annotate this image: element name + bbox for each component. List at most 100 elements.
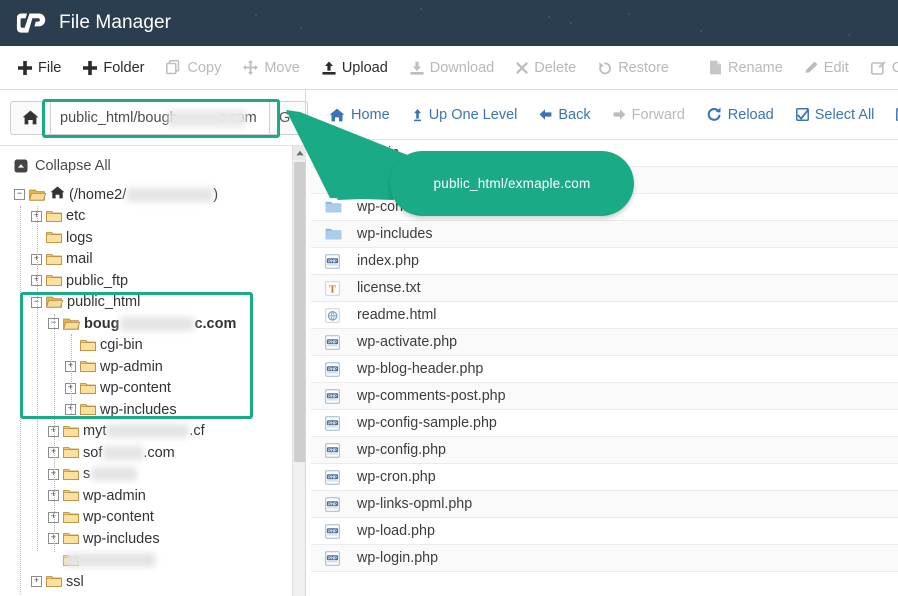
folder-icon <box>63 554 79 566</box>
tree-node[interactable]: + s <box>14 464 290 486</box>
file-row[interactable]: PHP wp-activate.php <box>311 329 898 356</box>
nav-home-button[interactable]: Home <box>329 107 390 123</box>
tree-node-label: mail <box>66 251 93 268</box>
toolbar-file-button[interactable]: File <box>18 60 61 76</box>
folder-icon <box>80 361 96 373</box>
file-row[interactable]: PHP index.php <box>311 248 898 275</box>
tree-node-label: ssl <box>66 573 84 590</box>
php-file-icon: PHP <box>325 415 340 431</box>
file-row[interactable]: PHP wp-comments-post.php <box>311 383 898 410</box>
php-file-icon: PHP <box>325 550 340 566</box>
tree-node[interactable]: cgi-bin <box>14 335 290 357</box>
tree-node[interactable]: + mail <box>14 249 290 271</box>
file-nav-bar: Home Up One Level Back Forward Reload Sele… <box>311 90 898 140</box>
collapse-node-icon[interactable]: − <box>14 189 25 201</box>
expand-node-icon[interactable]: + <box>31 576 42 588</box>
nav-forward-button: Forward <box>613 107 685 123</box>
tree-node[interactable]: + public_ftp <box>14 270 290 292</box>
nav-back-button[interactable]: Back <box>539 107 591 123</box>
folder-icon <box>80 382 96 395</box>
arrow-right-icon <box>613 109 626 120</box>
file-row[interactable]: cgi-bin <box>311 140 898 167</box>
reload-icon <box>707 107 722 122</box>
rename-file-icon <box>709 60 722 75</box>
tree-guide-line <box>54 314 55 552</box>
php-file-icon: PHP <box>325 523 347 539</box>
toolbar-item-label: File <box>38 59 62 76</box>
pencil-icon <box>805 61 818 74</box>
toolbar-folder-button[interactable]: Folder <box>83 60 144 76</box>
folder-icon <box>46 575 62 588</box>
folder-icon <box>63 533 79 545</box>
svg-text:PHP: PHP <box>328 339 337 344</box>
tree-node[interactable]: + wp-admin <box>14 356 290 378</box>
tree-node-label-suffix: .cf <box>189 423 205 440</box>
tree-node[interactable]: + ssl <box>14 571 290 593</box>
toolbar-item-label: Delete <box>534 59 577 76</box>
main-toolbar: File Folder Copy Move Upload Download Delet… <box>0 46 898 90</box>
file-name: wp-includes <box>357 226 433 242</box>
file-row[interactable]: PHP wp-links-opml.php <box>311 491 898 518</box>
plus-icon <box>18 60 32 75</box>
file-name: wp-cron.php <box>357 469 436 485</box>
copy-icon <box>166 60 180 75</box>
tree-node[interactable] <box>14 550 290 572</box>
tree-node[interactable]: − (/home2/) <box>14 184 290 206</box>
folder-icon <box>80 360 96 373</box>
path-go-button[interactable]: Go <box>270 100 309 135</box>
toolbar-item-label: Edit <box>823 59 849 76</box>
tree-node[interactable]: logs <box>14 227 290 249</box>
nav-up-one-level-button[interactable]: Up One Level <box>412 107 517 123</box>
php-file-icon: PHP <box>325 415 347 431</box>
path-home-button[interactable] <box>10 100 50 135</box>
tree-node[interactable]: − boug c.com <box>14 313 290 335</box>
path-input[interactable] <box>50 100 270 135</box>
code-editor-icon <box>870 60 886 75</box>
file-row[interactable]: Tlicense.txt <box>311 275 898 302</box>
cpanel-logo-icon <box>14 11 48 35</box>
pencil-icon <box>805 61 818 73</box>
svg-text:PHP: PHP <box>328 366 337 371</box>
php-file-icon: PHP <box>325 388 340 404</box>
tree-node[interactable]: − public_html <box>14 292 290 314</box>
folder-icon <box>46 274 62 287</box>
file-row[interactable]: wp-includes <box>311 221 898 248</box>
tree-node[interactable]: + myt .cf <box>14 421 290 443</box>
tree-node[interactable]: + etc <box>14 206 290 228</box>
tree-node[interactable]: + wp-content <box>14 507 290 529</box>
folder-icon <box>46 275 62 287</box>
php-file-icon: PHP <box>325 550 347 566</box>
sidebar-scrollbar[interactable] <box>292 146 306 596</box>
file-row[interactable]: PHP wp-cron.php <box>311 464 898 491</box>
file-row[interactable]: PHP wp-load.php <box>311 518 898 545</box>
download-icon <box>410 61 424 75</box>
file-row[interactable]: PHP wp-login.php <box>311 545 898 572</box>
file-row[interactable]: PHP wp-blog-header.php <box>311 356 898 383</box>
folder-icon <box>325 200 347 214</box>
file-row[interactable]: wp-content <box>311 194 898 221</box>
nav-reload-button[interactable]: Reload <box>707 107 774 123</box>
file-row[interactable]: readme.html <box>311 302 898 329</box>
tree-node[interactable]: + wp-admin <box>14 485 290 507</box>
nav-select-all-button[interactable]: Select All <box>795 107 874 123</box>
scroll-up-arrow-icon[interactable] <box>293 146 306 160</box>
tree-node[interactable]: + sof .com <box>14 442 290 464</box>
app-header: File Manager <box>0 0 898 46</box>
file-row[interactable]: PHP wp-config-sample.php <box>311 410 898 437</box>
collapse-all-button[interactable]: Collapse All <box>14 158 290 174</box>
checkbox-checked-icon <box>795 108 809 121</box>
file-row[interactable]: wp-admin <box>311 167 898 194</box>
tree-node-label: wp-content <box>83 509 154 526</box>
html-file-icon <box>325 307 347 323</box>
php-file-icon: PHP <box>325 442 340 458</box>
tree-node[interactable]: + wp-content <box>14 378 290 400</box>
tree-node[interactable]: + wp-includes <box>14 399 290 421</box>
tree-node-label: myt <box>83 423 107 440</box>
toolbar-upload-button[interactable]: Upload <box>322 60 388 76</box>
up-arrow-icon <box>412 108 423 122</box>
tree-node-label: public_html <box>67 294 141 311</box>
file-row[interactable]: PHP wp-config.php <box>311 437 898 464</box>
toolbar-item-label: Upload <box>341 59 388 76</box>
sidebar-scroll-thumb[interactable] <box>294 162 305 462</box>
tree-node[interactable]: + wp-includes <box>14 528 290 550</box>
